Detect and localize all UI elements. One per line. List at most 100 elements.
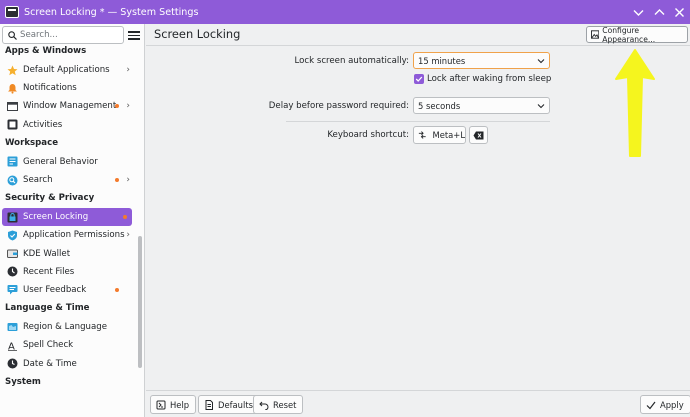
sidebar-item-label: Window Management xyxy=(23,101,117,112)
sidebar-item-label: Notifications xyxy=(23,83,77,94)
sidebar: Apps & Windows Default Applications › Notif… xyxy=(0,24,145,417)
section-label: Workspace xyxy=(5,137,59,148)
sidebar-item-region-language[interactable]: Region & Language xyxy=(2,318,132,336)
lock-auto-combobox[interactable]: 15 minutes xyxy=(413,52,550,69)
title-bar[interactable]: Screen Locking * — System Settings xyxy=(0,0,690,24)
clock-icon xyxy=(7,358,18,369)
main-panel: Screen Locking Configure Appearance... L… xyxy=(146,24,690,417)
window-icon xyxy=(7,101,18,112)
image-icon xyxy=(591,30,600,39)
maximize-button[interactable] xyxy=(650,3,668,21)
activities-icon xyxy=(7,119,18,130)
chevron-right-icon: › xyxy=(126,230,130,241)
section-label: Language & Time xyxy=(5,303,90,314)
reset-label: Reset xyxy=(273,399,297,410)
search-row xyxy=(2,25,143,45)
sidebar-item-general-behavior[interactable]: General Behavior xyxy=(2,153,132,171)
sidebar-item-label: Region & Language xyxy=(23,322,107,333)
recent-files-icon xyxy=(7,266,18,277)
sidebar-nav: Apps & Windows Default Applications › Notif… xyxy=(0,33,138,392)
sidebar-item-notifications[interactable]: Notifications xyxy=(2,79,132,97)
chevron-down-icon xyxy=(537,59,545,64)
section-label: System xyxy=(5,376,41,387)
section-label: Security & Privacy xyxy=(5,193,95,204)
sidebar-item-kde-wallet[interactable]: KDE Wallet xyxy=(2,245,132,263)
region-icon xyxy=(7,322,18,333)
document-icon xyxy=(205,399,213,410)
hamburger-menu-button[interactable] xyxy=(128,29,140,41)
clear-shortcut-button[interactable] xyxy=(469,126,488,144)
delay-combobox[interactable]: 5 seconds xyxy=(413,97,550,114)
chevron-right-icon: › xyxy=(126,175,130,186)
sidebar-item-default-applications[interactable]: Default Applications › xyxy=(2,61,132,79)
notification-dot xyxy=(115,287,119,292)
sidebar-item-screen-locking[interactable]: Screen Locking xyxy=(2,208,132,227)
feedback-icon xyxy=(7,284,18,295)
sidebar-item-label: Spell Check xyxy=(23,340,74,351)
sidebar-item-application-permissions[interactable]: Application Permissions › xyxy=(2,226,132,244)
configure-appearance-label: Configure Appearance... xyxy=(602,25,656,44)
configure-appearance-button[interactable]: Configure Appearance... xyxy=(586,25,688,44)
search-input[interactable] xyxy=(20,30,120,40)
close-button[interactable] xyxy=(670,3,688,21)
sidebar-item-date-time[interactable]: Date & Time xyxy=(2,354,132,372)
help-label: Help xyxy=(170,399,190,410)
shield-icon xyxy=(7,230,18,241)
notification-dot xyxy=(115,178,119,183)
window-title: Screen Locking * — System Settings xyxy=(24,6,199,18)
annotation-arrow-icon xyxy=(615,49,655,157)
sidebar-item-search[interactable]: Search › xyxy=(2,171,132,189)
svg-text:A: A xyxy=(8,341,15,351)
shortcut-icon xyxy=(418,131,426,139)
bell-icon xyxy=(7,83,18,94)
help-button[interactable]: Help xyxy=(150,395,197,414)
sidebar-item-recent-files[interactable]: Recent Files xyxy=(2,263,132,281)
undo-icon xyxy=(259,401,269,410)
wallet-icon xyxy=(7,248,18,259)
app-icon xyxy=(5,6,19,18)
lock-after-wake-label[interactable]: Lock after waking from sleep xyxy=(427,74,551,84)
lock-after-wake-checkbox[interactable] xyxy=(414,74,424,84)
keyboard-shortcut-button[interactable]: Meta+L xyxy=(413,126,466,144)
search-icon xyxy=(8,30,17,40)
sidebar-item-label: User Feedback xyxy=(23,284,87,295)
minimize-button[interactable] xyxy=(629,3,647,21)
shortcut-label: Keyboard shortcut: xyxy=(327,130,409,140)
general-behavior-icon xyxy=(7,156,18,167)
sidebar-scrollbar[interactable] xyxy=(138,236,142,368)
backspace-icon xyxy=(473,131,484,139)
screen-lock-icon xyxy=(7,212,18,223)
shortcut-value: Meta+L xyxy=(432,130,465,140)
search-field[interactable] xyxy=(2,26,124,44)
sidebar-item-label: Application Permissions xyxy=(23,230,125,241)
delay-label: Delay before password required: xyxy=(268,101,409,111)
sidebar-item-label: General Behavior xyxy=(23,156,98,167)
chevron-down-icon xyxy=(633,9,643,16)
sidebar-item-label: Default Applications xyxy=(23,65,110,76)
spell-check-icon: A xyxy=(7,340,18,351)
sidebar-item-label: Activities xyxy=(23,119,63,130)
chevron-right-icon: › xyxy=(126,65,130,76)
separator xyxy=(286,121,550,122)
sidebar-item-spell-check[interactable]: A Spell Check xyxy=(2,336,132,354)
help-icon xyxy=(156,400,166,409)
defaults-label: Defaults xyxy=(218,399,253,410)
sidebar-item-user-feedback[interactable]: User Feedback xyxy=(2,281,132,299)
sidebar-item-activities[interactable]: Activities xyxy=(2,116,132,134)
chevron-right-icon: › xyxy=(126,101,130,112)
apply-button[interactable]: Apply xyxy=(640,395,690,414)
checkmark-icon xyxy=(646,401,656,409)
notification-dot xyxy=(123,215,127,220)
defaults-button[interactable]: Defaults xyxy=(198,395,260,414)
lock-auto-label: Lock screen automatically: xyxy=(294,56,409,66)
delay-value: 5 seconds xyxy=(418,100,461,111)
reset-button[interactable]: Reset xyxy=(253,395,304,414)
sidebar-item-label: Recent Files xyxy=(23,266,75,277)
sidebar-item-label: Date & Time xyxy=(23,358,77,369)
sidebar-item-window-management[interactable]: Window Management › xyxy=(2,97,132,115)
sidebar-item-label: KDE Wallet xyxy=(23,248,71,259)
notification-dot xyxy=(115,104,119,109)
sidebar-item-label: Screen Locking xyxy=(23,212,89,223)
chevron-up-icon xyxy=(654,8,664,15)
search-icon xyxy=(7,175,18,186)
